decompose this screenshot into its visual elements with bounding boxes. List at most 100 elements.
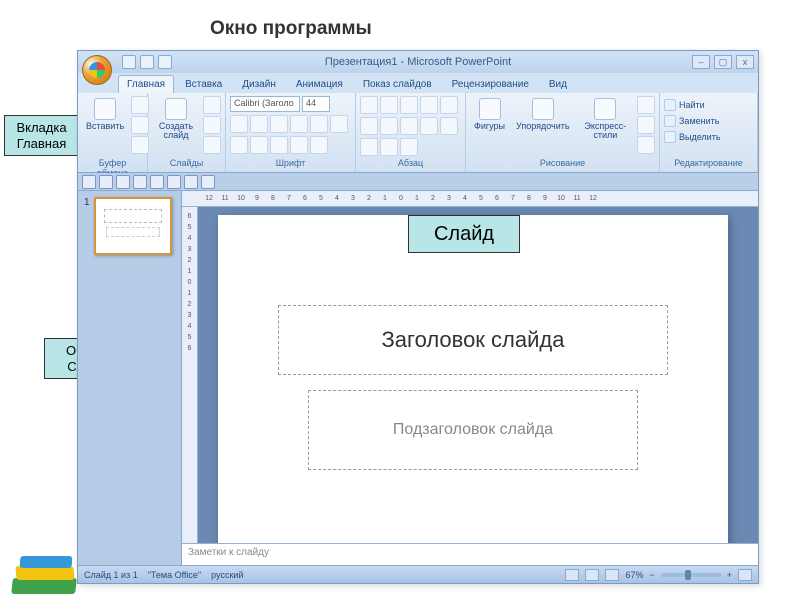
indent-inc-button[interactable]: [420, 96, 438, 114]
shadow-button[interactable]: [290, 115, 308, 133]
shape-effects-button[interactable]: [637, 136, 655, 154]
indent-dec-button[interactable]: [400, 96, 418, 114]
callout-tab-home: Вкладка Главная: [4, 115, 79, 156]
align-text-button[interactable]: [380, 138, 398, 156]
sb-btn[interactable]: [167, 175, 181, 189]
sb-btn[interactable]: [184, 175, 198, 189]
align-center-button[interactable]: [380, 117, 398, 135]
group-slides: Создать слайд Слайды: [148, 93, 226, 172]
new-slide-button[interactable]: Создать слайд: [152, 96, 200, 143]
bullets-button[interactable]: [360, 96, 378, 114]
clear-format-button[interactable]: [270, 136, 288, 154]
new-slide-label: Создать слайд: [156, 122, 196, 141]
reset-button[interactable]: [203, 116, 221, 134]
group-label: Буфер обмена: [82, 158, 143, 170]
fit-window-button[interactable]: [738, 569, 752, 581]
tab-animation[interactable]: Анимация: [287, 75, 352, 93]
title-placeholder[interactable]: Заголовок слайда: [278, 305, 668, 375]
align-right-button[interactable]: [400, 117, 418, 135]
quick-styles-button[interactable]: Экспресс-стили: [577, 96, 634, 143]
tab-insert[interactable]: Вставка: [176, 75, 231, 93]
replace-button[interactable]: Заменить: [664, 115, 721, 127]
select-label: Выделить: [679, 132, 721, 142]
cut-button[interactable]: [131, 96, 149, 114]
tab-home[interactable]: Главная: [118, 75, 174, 93]
numbering-button[interactable]: [380, 96, 398, 114]
qat-save-icon[interactable]: [122, 55, 136, 69]
delete-slide-button[interactable]: [203, 136, 221, 154]
group-label: Шрифт: [230, 158, 351, 170]
quick-access-toolbar: [122, 55, 172, 69]
font-color-button[interactable]: [330, 115, 348, 133]
arrange-button[interactable]: Упорядочить: [512, 96, 574, 133]
select-button[interactable]: Выделить: [664, 131, 721, 143]
find-label: Найти: [679, 100, 705, 110]
sb-btn[interactable]: [99, 175, 113, 189]
justify-button[interactable]: [420, 117, 438, 135]
smartart-button[interactable]: [400, 138, 418, 156]
office-button[interactable]: [82, 55, 112, 85]
tab-design[interactable]: Дизайн: [233, 75, 285, 93]
sb-btn[interactable]: [116, 175, 130, 189]
find-button[interactable]: Найти: [664, 99, 721, 111]
qat-redo-icon[interactable]: [158, 55, 172, 69]
sorter-view-button[interactable]: [585, 569, 599, 581]
zoom-out-button[interactable]: −: [649, 570, 654, 580]
zoom-percent[interactable]: 67%: [625, 570, 643, 580]
shrink-font-button[interactable]: [250, 136, 268, 154]
group-paragraph: Абзац: [356, 93, 466, 172]
window-title: Презентация1 - Microsoft PowerPoint: [325, 56, 511, 68]
zoom-slider[interactable]: [661, 573, 721, 577]
layout-button[interactable]: [203, 96, 221, 114]
font-size-select[interactable]: 44: [302, 96, 330, 112]
sb-btn[interactable]: [133, 175, 147, 189]
zoom-in-button[interactable]: +: [727, 570, 732, 580]
callout-slide: Слайд: [408, 215, 520, 253]
columns-button[interactable]: [440, 117, 458, 135]
slide[interactable]: Заголовок слайда Подзаголовок слайда: [218, 215, 728, 543]
paste-button[interactable]: Вставить: [82, 96, 128, 133]
notes-pane[interactable]: Заметки к слайду: [182, 543, 758, 565]
slide-thumbnail[interactable]: [94, 197, 172, 255]
group-label: Абзац: [360, 158, 461, 170]
minimize-button[interactable]: –: [692, 55, 710, 69]
text-direction-button[interactable]: [360, 138, 378, 156]
new-slide-icon: [165, 98, 187, 120]
status-language[interactable]: русский: [211, 570, 243, 580]
format-painter-button[interactable]: [131, 136, 149, 154]
shapes-button[interactable]: Фигуры: [470, 96, 509, 133]
strikethrough-button[interactable]: [310, 115, 328, 133]
tab-slideshow[interactable]: Показ слайдов: [354, 75, 441, 93]
arrange-icon: [532, 98, 554, 120]
tab-view[interactable]: Вид: [540, 75, 576, 93]
slideshow-view-button[interactable]: [605, 569, 619, 581]
group-clipboard: Вставить Буфер обмена: [78, 93, 148, 172]
bold-button[interactable]: [230, 115, 248, 133]
font-family-select[interactable]: Calibri (Заголо: [230, 96, 300, 112]
slides-pane[interactable]: 1: [78, 191, 182, 565]
underline-button[interactable]: [270, 115, 288, 133]
align-left-button[interactable]: [360, 117, 378, 135]
sb-btn[interactable]: [150, 175, 164, 189]
qat-undo-icon[interactable]: [140, 55, 154, 69]
italic-button[interactable]: [250, 115, 268, 133]
normal-view-button[interactable]: [565, 569, 579, 581]
char-spacing-button[interactable]: [290, 136, 308, 154]
sb-btn[interactable]: [82, 175, 96, 189]
tab-review[interactable]: Рецензирование: [443, 75, 538, 93]
ribbon-tabs: Главная Вставка Дизайн Анимация Показ сл…: [78, 73, 758, 93]
shape-fill-button[interactable]: [637, 96, 655, 114]
sb-btn[interactable]: [201, 175, 215, 189]
app-window: Презентация1 - Microsoft PowerPoint – ▢ …: [77, 50, 759, 584]
close-button[interactable]: x: [736, 55, 754, 69]
paste-icon: [94, 98, 116, 120]
maximize-button[interactable]: ▢: [714, 55, 732, 69]
subtitle-placeholder[interactable]: Подзаголовок слайда: [308, 390, 638, 470]
line-spacing-button[interactable]: [440, 96, 458, 114]
copy-button[interactable]: [131, 116, 149, 134]
quick-styles-icon: [594, 98, 616, 120]
case-button[interactable]: [310, 136, 328, 154]
grow-font-button[interactable]: [230, 136, 248, 154]
slide-canvas[interactable]: Заголовок слайда Подзаголовок слайда: [198, 207, 758, 543]
shape-outline-button[interactable]: [637, 116, 655, 134]
